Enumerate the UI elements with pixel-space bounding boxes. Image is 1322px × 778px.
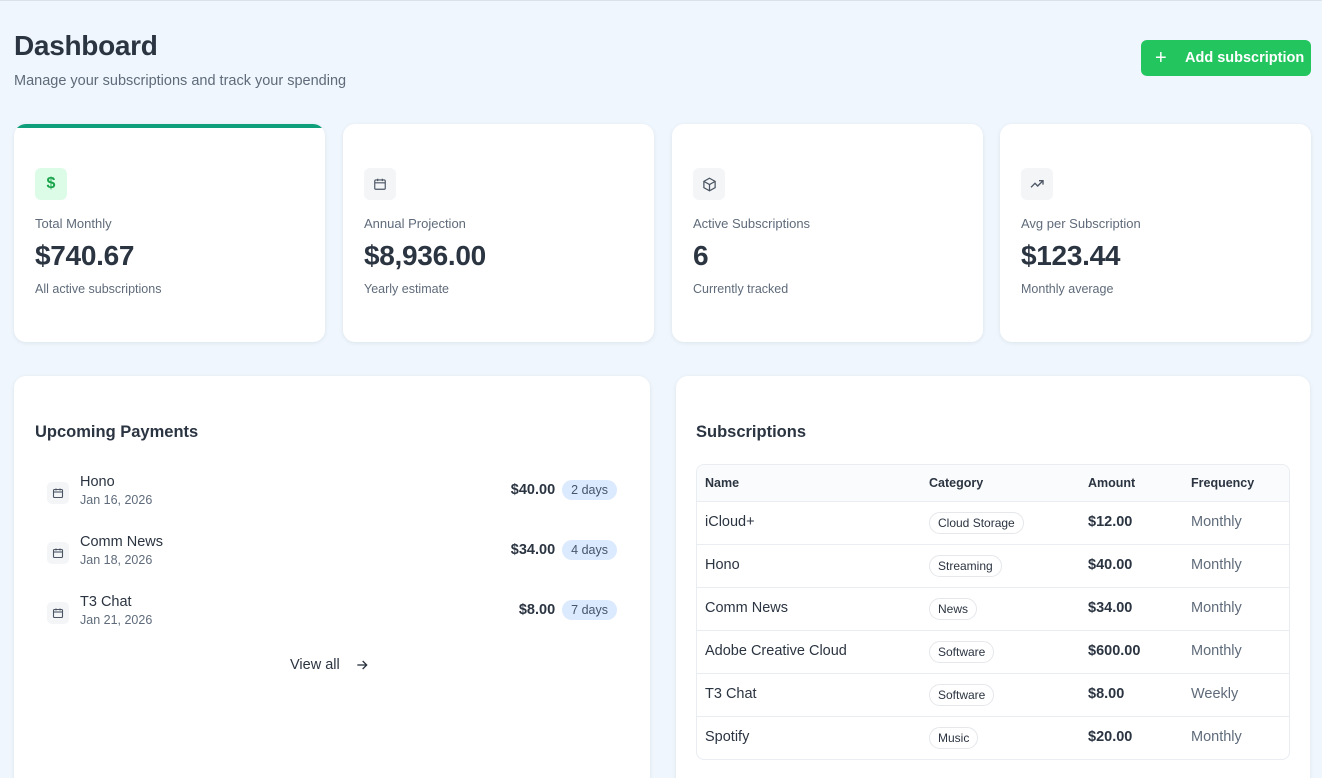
table-row[interactable]: Comm News News $34.00 Monthly bbox=[697, 588, 1289, 631]
stat-label: Total Monthly bbox=[35, 216, 112, 231]
subscription-amount: $40.00 bbox=[1088, 557, 1133, 573]
payment-item[interactable]: T3 Chat Jan 21, 2026 $8.00 7 days bbox=[47, 594, 617, 638]
dashboard-page: Dashboard Manage your subscriptions and … bbox=[0, 0, 1322, 778]
subscription-name: iCloud+ bbox=[705, 514, 755, 530]
subscriptions-title: Subscriptions bbox=[696, 423, 807, 441]
subscription-name: Comm News bbox=[705, 600, 788, 616]
payment-amount: $34.00 bbox=[510, 542, 556, 558]
calendar-icon bbox=[47, 602, 69, 624]
stat-value: $123.44 bbox=[1021, 240, 1121, 271]
subscription-name: Spotify bbox=[705, 729, 750, 745]
payment-date: Jan 18, 2026 bbox=[80, 553, 153, 567]
subscription-frequency: Monthly bbox=[1191, 600, 1242, 616]
stat-value: $8,936.00 bbox=[364, 240, 486, 271]
stat-card-active-subscriptions: Active Subscriptions 6 Currently tracked bbox=[672, 124, 983, 342]
subscription-amount: $8.00 bbox=[1088, 686, 1125, 702]
payment-date: Jan 16, 2026 bbox=[80, 493, 153, 507]
subscriptions-table: Name Category Amount Frequency iCloud+ C… bbox=[696, 464, 1290, 760]
stat-note: Monthly average bbox=[1021, 282, 1114, 296]
column-header-amount[interactable]: Amount bbox=[1088, 476, 1135, 490]
payment-amount: $40.00 bbox=[510, 482, 556, 498]
subscription-amount: $20.00 bbox=[1088, 729, 1133, 745]
plus-icon: + bbox=[1155, 47, 1167, 69]
view-all-link[interactable]: View all bbox=[290, 657, 370, 673]
payment-amount: $8.00 bbox=[518, 602, 556, 618]
category-badge: Music bbox=[929, 727, 979, 749]
calendar-icon bbox=[47, 482, 69, 504]
table-row[interactable]: Hono Streaming $40.00 Monthly bbox=[697, 545, 1289, 588]
dollar-icon: $ bbox=[35, 168, 67, 200]
category-badge: Software bbox=[929, 641, 995, 663]
subscription-amount: $34.00 bbox=[1088, 600, 1133, 616]
subscription-amount: $600.00 bbox=[1088, 643, 1141, 659]
category-badge: News bbox=[929, 598, 978, 620]
stat-label: Active Subscriptions bbox=[693, 216, 811, 231]
box-icon bbox=[693, 168, 725, 200]
due-badge: 2 days bbox=[562, 480, 617, 500]
category-badge: Streaming bbox=[929, 555, 1002, 577]
stat-value: 6 bbox=[693, 240, 709, 271]
payment-item[interactable]: Hono Jan 16, 2026 $40.00 2 days bbox=[47, 474, 617, 518]
stat-card-avg-per-subscription: Avg per Subscription $123.44 Monthly ave… bbox=[1000, 124, 1311, 342]
view-all-label: View all bbox=[290, 657, 340, 673]
table-row[interactable]: iCloud+ Cloud Storage $12.00 Monthly bbox=[697, 502, 1289, 545]
payment-name: Hono bbox=[80, 474, 115, 490]
subscriptions-panel: Subscriptions Name Category Amount Frequ… bbox=[676, 376, 1310, 778]
category-badge: Software bbox=[929, 684, 995, 706]
table-row[interactable]: T3 Chat Software $8.00 Weekly bbox=[697, 674, 1289, 717]
payment-name: T3 Chat bbox=[80, 594, 132, 610]
subscription-name: Hono bbox=[705, 557, 740, 573]
arrow-right-icon bbox=[354, 657, 370, 673]
subscription-name: Adobe Creative Cloud bbox=[705, 643, 847, 659]
stat-card-total-monthly: $ Total Monthly $740.67 All active subsc… bbox=[14, 124, 325, 342]
due-badge: 7 days bbox=[562, 600, 617, 620]
stat-note: All active subscriptions bbox=[35, 282, 162, 296]
column-header-name[interactable]: Name bbox=[705, 476, 739, 490]
stat-value: $740.67 bbox=[35, 240, 135, 271]
page-title: Dashboard bbox=[14, 30, 158, 61]
subscription-frequency: Monthly bbox=[1191, 643, 1242, 659]
table-header: Name Category Amount Frequency bbox=[697, 465, 1289, 502]
payment-date: Jan 21, 2026 bbox=[80, 613, 153, 627]
trending-up-icon bbox=[1021, 168, 1053, 200]
add-subscription-label: Add subscription bbox=[1185, 50, 1305, 66]
table-row[interactable]: Adobe Creative Cloud Software $600.00 Mo… bbox=[697, 631, 1289, 674]
subscription-frequency: Monthly bbox=[1191, 557, 1242, 573]
stat-card-annual-projection: Annual Projection $8,936.00 Yearly estim… bbox=[343, 124, 654, 342]
subscription-frequency: Weekly bbox=[1191, 686, 1239, 702]
stat-note: Yearly estimate bbox=[364, 282, 449, 296]
top-divider bbox=[0, 0, 1322, 1]
column-header-category[interactable]: Category bbox=[929, 476, 983, 490]
subscription-amount: $12.00 bbox=[1088, 514, 1133, 530]
calendar-icon bbox=[47, 542, 69, 564]
category-badge: Cloud Storage bbox=[929, 512, 1024, 534]
subscription-frequency: Monthly bbox=[1191, 514, 1242, 530]
add-subscription-button[interactable]: + Add subscription bbox=[1141, 40, 1311, 76]
column-header-frequency[interactable]: Frequency bbox=[1191, 476, 1254, 490]
stat-note: Currently tracked bbox=[693, 282, 789, 296]
payment-name: Comm News bbox=[80, 534, 163, 550]
table-row[interactable]: Spotify Music $20.00 Monthly bbox=[697, 717, 1289, 759]
stat-label: Avg per Subscription bbox=[1021, 216, 1141, 231]
payment-item[interactable]: Comm News Jan 18, 2026 $34.00 4 days bbox=[47, 534, 617, 578]
stat-label: Annual Projection bbox=[364, 216, 466, 231]
upcoming-payments-title: Upcoming Payments bbox=[35, 423, 199, 441]
due-badge: 4 days bbox=[562, 540, 617, 560]
calendar-icon bbox=[364, 168, 396, 200]
page-subtitle: Manage your subscriptions and track your… bbox=[14, 73, 347, 89]
upcoming-payments-panel: Upcoming Payments Hono Jan 16, 2026 $40.… bbox=[14, 376, 650, 778]
subscription-frequency: Monthly bbox=[1191, 729, 1242, 745]
subscription-name: T3 Chat bbox=[705, 686, 757, 702]
